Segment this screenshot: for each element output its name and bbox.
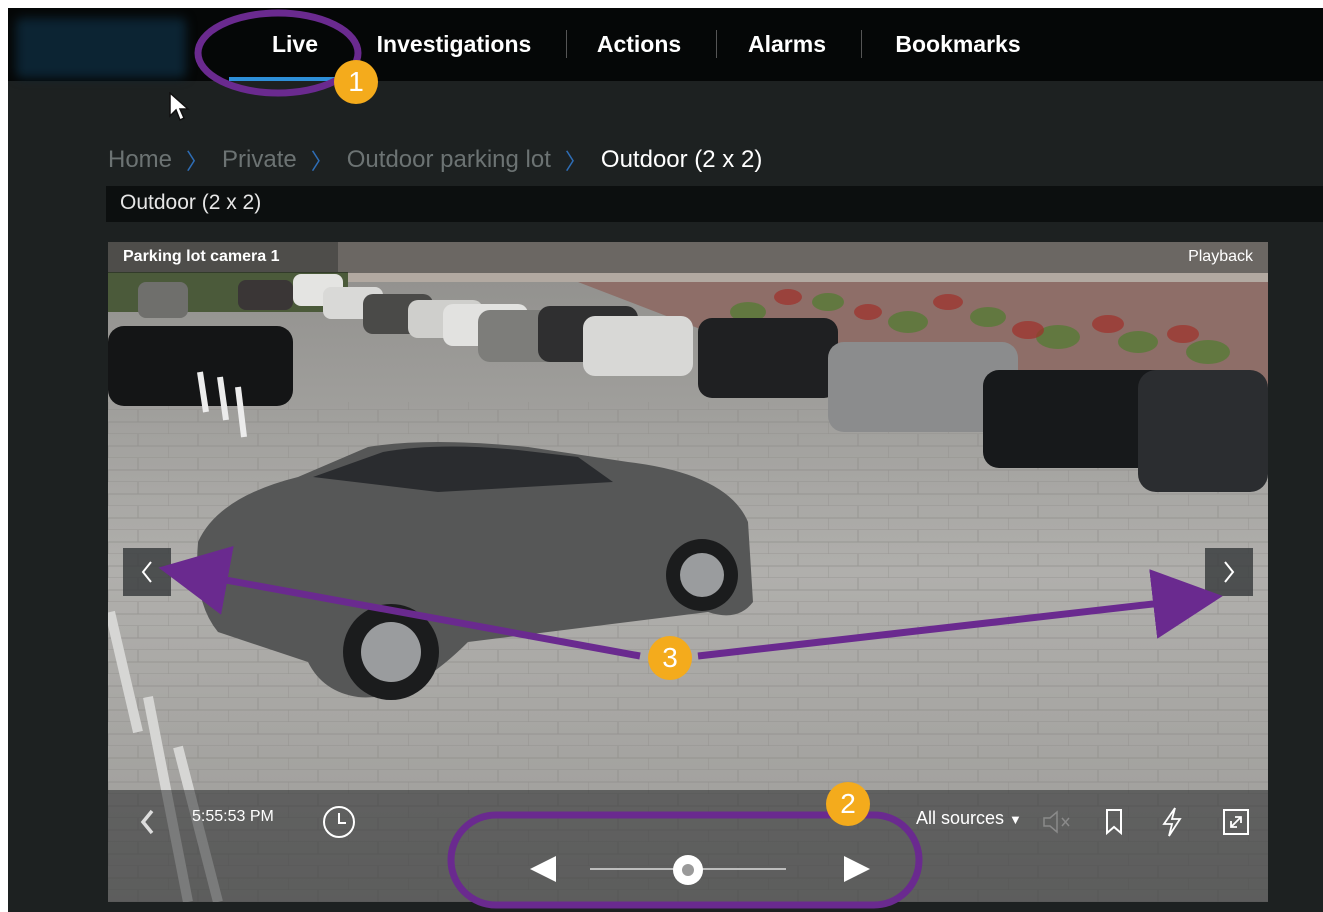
annotation-badge-3: 3 <box>648 636 692 680</box>
mouse-cursor-icon <box>169 92 190 122</box>
tab-bookmarks-label: Bookmarks <box>895 31 1021 57</box>
breadcrumb: Home 〉 Private 〉 Outdoor parking lot 〉 O… <box>108 144 762 176</box>
breadcrumb-outdoor-parking-lot[interactable]: Outdoor parking lot <box>347 146 551 174</box>
nav-divider <box>861 30 862 58</box>
speaker-muted-icon[interactable] <box>1041 808 1073 836</box>
bookmark-icon[interactable] <box>1104 808 1124 836</box>
tab-alarms[interactable]: Alarms <box>740 8 834 81</box>
playback-mode-label[interactable]: Playback <box>1188 248 1253 266</box>
play-reverse-button[interactable] <box>526 852 560 886</box>
camera-tile[interactable]: Parking lot camera 1 Playback 5:55:53 PM <box>108 242 1268 902</box>
play-forward-button[interactable] <box>840 852 874 886</box>
breadcrumb-separator-icon: 〉 <box>564 149 587 174</box>
speed-slider-thumb[interactable] <box>673 855 703 885</box>
chevron-right-icon <box>1224 561 1235 583</box>
previous-camera-button[interactable] <box>123 548 171 596</box>
view-title: Outdoor (2 x 2) <box>120 191 262 214</box>
camera-header: Parking lot camera 1 Playback <box>108 242 1268 273</box>
chevron-left-icon <box>141 561 152 583</box>
lightning-icon[interactable] <box>1160 806 1184 838</box>
tab-alarms-label: Alarms <box>748 31 826 57</box>
sources-dropdown[interactable]: All sources ▼ <box>916 808 1022 829</box>
breadcrumb-separator-icon: 〉 <box>310 149 333 174</box>
breadcrumb-home[interactable]: Home <box>108 146 172 174</box>
collapse-controls-chevron-icon[interactable] <box>138 808 156 836</box>
expand-icon[interactable] <box>1222 808 1250 836</box>
tab-investigations-label: Investigations <box>376 31 532 57</box>
view-title-bar: Outdoor (2 x 2) <box>106 186 1323 222</box>
playback-time: 5:55:53 PM <box>192 808 274 825</box>
app-window: Live Investigations Actions Alarms Bookm… <box>8 8 1323 912</box>
next-camera-button[interactable] <box>1205 548 1253 596</box>
tab-live-label: Live <box>271 31 319 57</box>
nav-divider <box>716 30 717 58</box>
top-navigation-bar: Live Investigations Actions Alarms Bookm… <box>8 8 1323 81</box>
breadcrumb-private[interactable]: Private <box>222 146 297 174</box>
annotation-badge-1: 1 <box>334 60 378 104</box>
clock-icon[interactable] <box>321 804 357 840</box>
playback-controls-bar: 5:55:53 PM All sources ▼ <box>108 790 1268 902</box>
tab-investigations[interactable]: Investigations <box>370 8 538 81</box>
chevron-down-icon: ▼ <box>1009 812 1022 827</box>
breadcrumb-current: Outdoor (2 x 2) <box>600 146 763 173</box>
camera-name: Parking lot camera 1 <box>123 248 280 265</box>
breadcrumb-separator-icon: 〉 <box>186 149 209 174</box>
nav-divider <box>566 30 567 58</box>
sources-dropdown-label: All sources <box>916 808 1005 828</box>
tab-actions[interactable]: Actions <box>588 8 690 81</box>
tab-actions-label: Actions <box>596 31 682 57</box>
logo <box>16 18 186 78</box>
annotation-badge-2: 2 <box>826 782 870 826</box>
tab-bookmarks[interactable]: Bookmarks <box>888 8 1028 81</box>
